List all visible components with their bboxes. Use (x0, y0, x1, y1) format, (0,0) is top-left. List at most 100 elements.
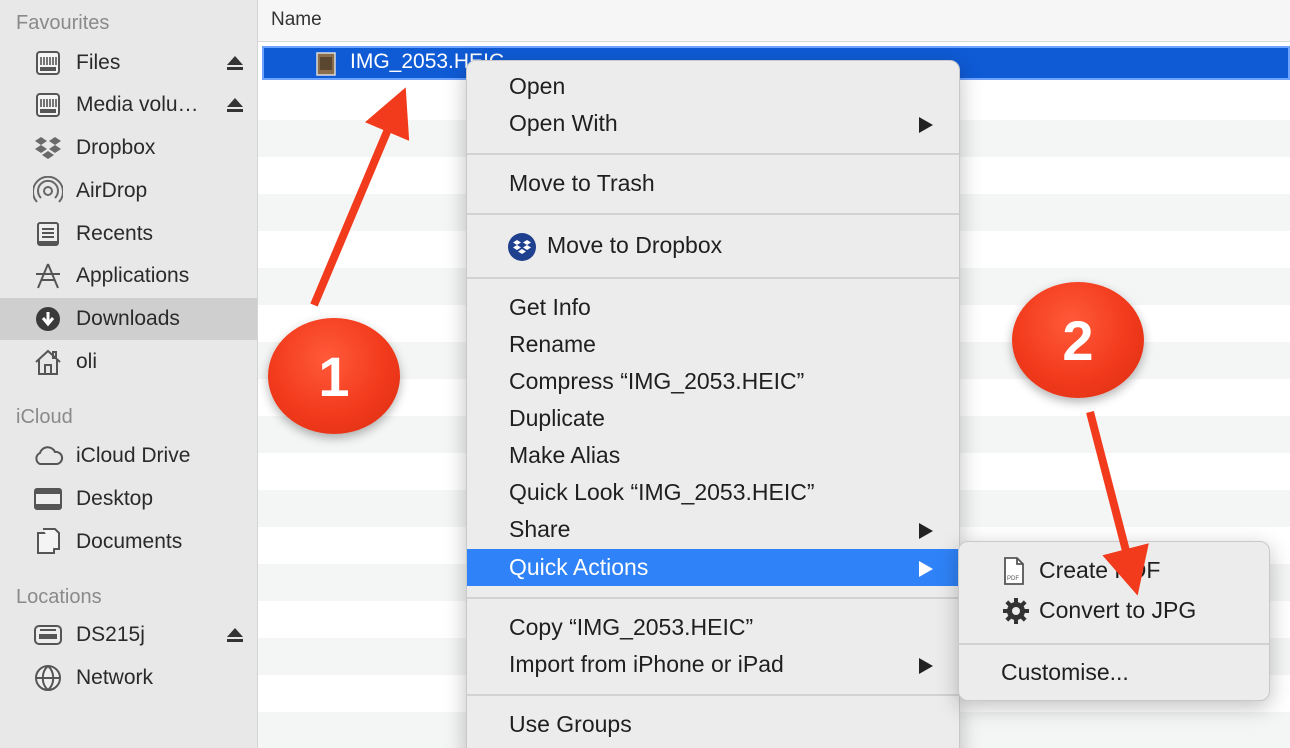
sidebar-item-label: Downloads (76, 307, 180, 330)
menu-item-compress[interactable]: Compress “IMG_2053.HEIC” (467, 363, 959, 400)
menu-item-use-groups[interactable]: Use Groups (467, 706, 959, 743)
sidebar-item-label: Desktop (76, 487, 154, 510)
eject-icon[interactable] (226, 626, 244, 644)
menu-item-label: Rename (509, 331, 596, 357)
menu-item-rename[interactable]: Rename (467, 326, 959, 363)
submenu-arrow-icon (919, 117, 933, 133)
submenu-item-label: Customise... (1001, 659, 1129, 685)
submenu-arrow-icon (919, 658, 933, 674)
menu-item-label: Copy “IMG_2053.HEIC” (509, 614, 754, 640)
submenu-item-customise[interactable]: Customise... (959, 654, 1269, 692)
nas-icon (32, 619, 64, 651)
menu-separator (467, 694, 959, 696)
drive-icon (32, 89, 64, 121)
submenu-item-label: Create PDF (1039, 557, 1161, 583)
sidebar-item-label: Dropbox (76, 136, 156, 159)
submenu-arrow-icon (919, 561, 933, 577)
sidebar-item-recents[interactable]: Recents (0, 213, 257, 255)
menu-item-open-with[interactable]: Open With (467, 105, 959, 142)
sidebar-item-downloads[interactable]: Downloads (0, 298, 257, 340)
drive-icon (32, 47, 64, 79)
sidebar-item-airdrop[interactable]: AirDrop (0, 170, 257, 212)
menu-item-label: Open (509, 73, 566, 99)
annotation-badge-2: 2 (1012, 282, 1144, 398)
sidebar-section-favourites: Favourites (16, 12, 110, 34)
menu-item-make-alias[interactable]: Make Alias (467, 437, 959, 474)
applications-icon (32, 260, 64, 292)
quick-actions-submenu: PDF Create PDF Convert to JPG Customise.… (958, 541, 1270, 701)
sidebar-item-oli[interactable]: oli (0, 341, 257, 383)
menu-item-label: Use Groups (509, 711, 632, 737)
sidebar-item-applications[interactable]: Applications (0, 255, 257, 297)
sidebar-item-desktop[interactable]: Desktop (0, 478, 257, 520)
sidebar-item-icloud-drive[interactable]: iCloud Drive (0, 435, 257, 477)
sidebar-item-network[interactable]: Network (0, 657, 257, 699)
menu-item-quick-actions[interactable]: Quick Actions (467, 549, 959, 586)
cloud-icon (32, 440, 64, 472)
submenu-item-convert-to-jpg[interactable]: Convert to JPG (959, 592, 1269, 630)
menu-item-move-to-trash[interactable]: Move to Trash (467, 165, 959, 202)
sidebar-item-label: Network (76, 666, 154, 689)
menu-item-label: Share (509, 516, 571, 542)
menu-item-copy[interactable]: Copy “IMG_2053.HEIC” (467, 609, 959, 646)
eject-icon[interactable] (226, 96, 244, 114)
menu-separator (467, 213, 959, 215)
menu-item-duplicate[interactable]: Duplicate (467, 400, 959, 437)
submenu-item-create-pdf[interactable]: PDF Create PDF (959, 552, 1269, 590)
sidebar-section-locations: Locations (16, 586, 102, 608)
pdf-file-icon: PDF (1001, 556, 1031, 586)
dropbox-icon (507, 232, 537, 262)
menu-item-label: Move to Dropbox (547, 232, 723, 258)
sidebar-item-dropbox[interactable]: Dropbox (0, 127, 257, 169)
recents-icon (32, 218, 64, 250)
sidebar-item-media-volume[interactable]: Media volu… (0, 84, 257, 126)
column-header-name[interactable]: Name (258, 0, 1290, 42)
sidebar-item-label: Recents (76, 222, 154, 245)
sidebar-item-label: DS215j (76, 623, 145, 646)
home-icon (32, 346, 64, 378)
menu-separator (467, 277, 959, 279)
sidebar-item-ds215j[interactable]: DS215j (0, 614, 257, 656)
sidebar: Favourites Files Media volu… Dropbox Air… (0, 0, 258, 748)
documents-icon (32, 526, 64, 558)
menu-item-label: Quick Look “IMG_2053.HEIC” (509, 479, 815, 505)
sidebar-item-files[interactable]: Files (0, 42, 257, 84)
annotation-badge-1: 1 (268, 318, 400, 434)
sidebar-item-label: Files (76, 51, 121, 74)
menu-item-label: Duplicate (509, 405, 605, 431)
menu-item-label: Move to Trash (509, 170, 655, 196)
submenu-arrow-icon (919, 523, 933, 539)
menu-item-label: Open With (509, 110, 618, 136)
submenu-item-label: Convert to JPG (1039, 597, 1197, 623)
menu-item-label: Make Alias (509, 442, 621, 468)
menu-item-quick-look[interactable]: Quick Look “IMG_2053.HEIC” (467, 474, 959, 511)
airdrop-icon (32, 175, 64, 207)
sidebar-item-label: Documents (76, 530, 183, 553)
menu-separator (467, 597, 959, 599)
menu-item-get-info[interactable]: Get Info (467, 289, 959, 326)
eject-icon[interactable] (226, 54, 244, 72)
menu-item-label: Quick Actions (509, 554, 649, 580)
gear-icon (1001, 596, 1031, 626)
column-header-label: Name (271, 9, 322, 30)
menu-separator (467, 153, 959, 155)
desktop-icon (32, 483, 64, 515)
menu-item-move-to-dropbox[interactable]: Move to Dropbox (467, 227, 959, 264)
sidebar-section-icloud: iCloud (16, 406, 73, 428)
downloads-icon (32, 303, 64, 335)
image-thumbnail-icon (316, 52, 336, 76)
menu-item-import-from-iphone[interactable]: Import from iPhone or iPad (467, 646, 959, 683)
menu-item-open[interactable]: Open (467, 68, 959, 105)
menu-item-label: Get Info (509, 294, 591, 320)
sidebar-item-label: oli (76, 350, 98, 373)
sidebar-item-label: AirDrop (76, 179, 148, 202)
menu-separator (959, 643, 1269, 645)
sidebar-item-label: Applications (76, 264, 190, 287)
menu-item-share[interactable]: Share (467, 511, 959, 548)
network-icon (32, 662, 64, 694)
dropbox-icon (32, 132, 64, 164)
svg-text:PDF: PDF (1007, 576, 1019, 582)
menu-item-label: Compress “IMG_2053.HEIC” (509, 368, 805, 394)
sidebar-item-documents[interactable]: Documents (0, 521, 257, 563)
sidebar-item-label: iCloud Drive (76, 444, 191, 467)
